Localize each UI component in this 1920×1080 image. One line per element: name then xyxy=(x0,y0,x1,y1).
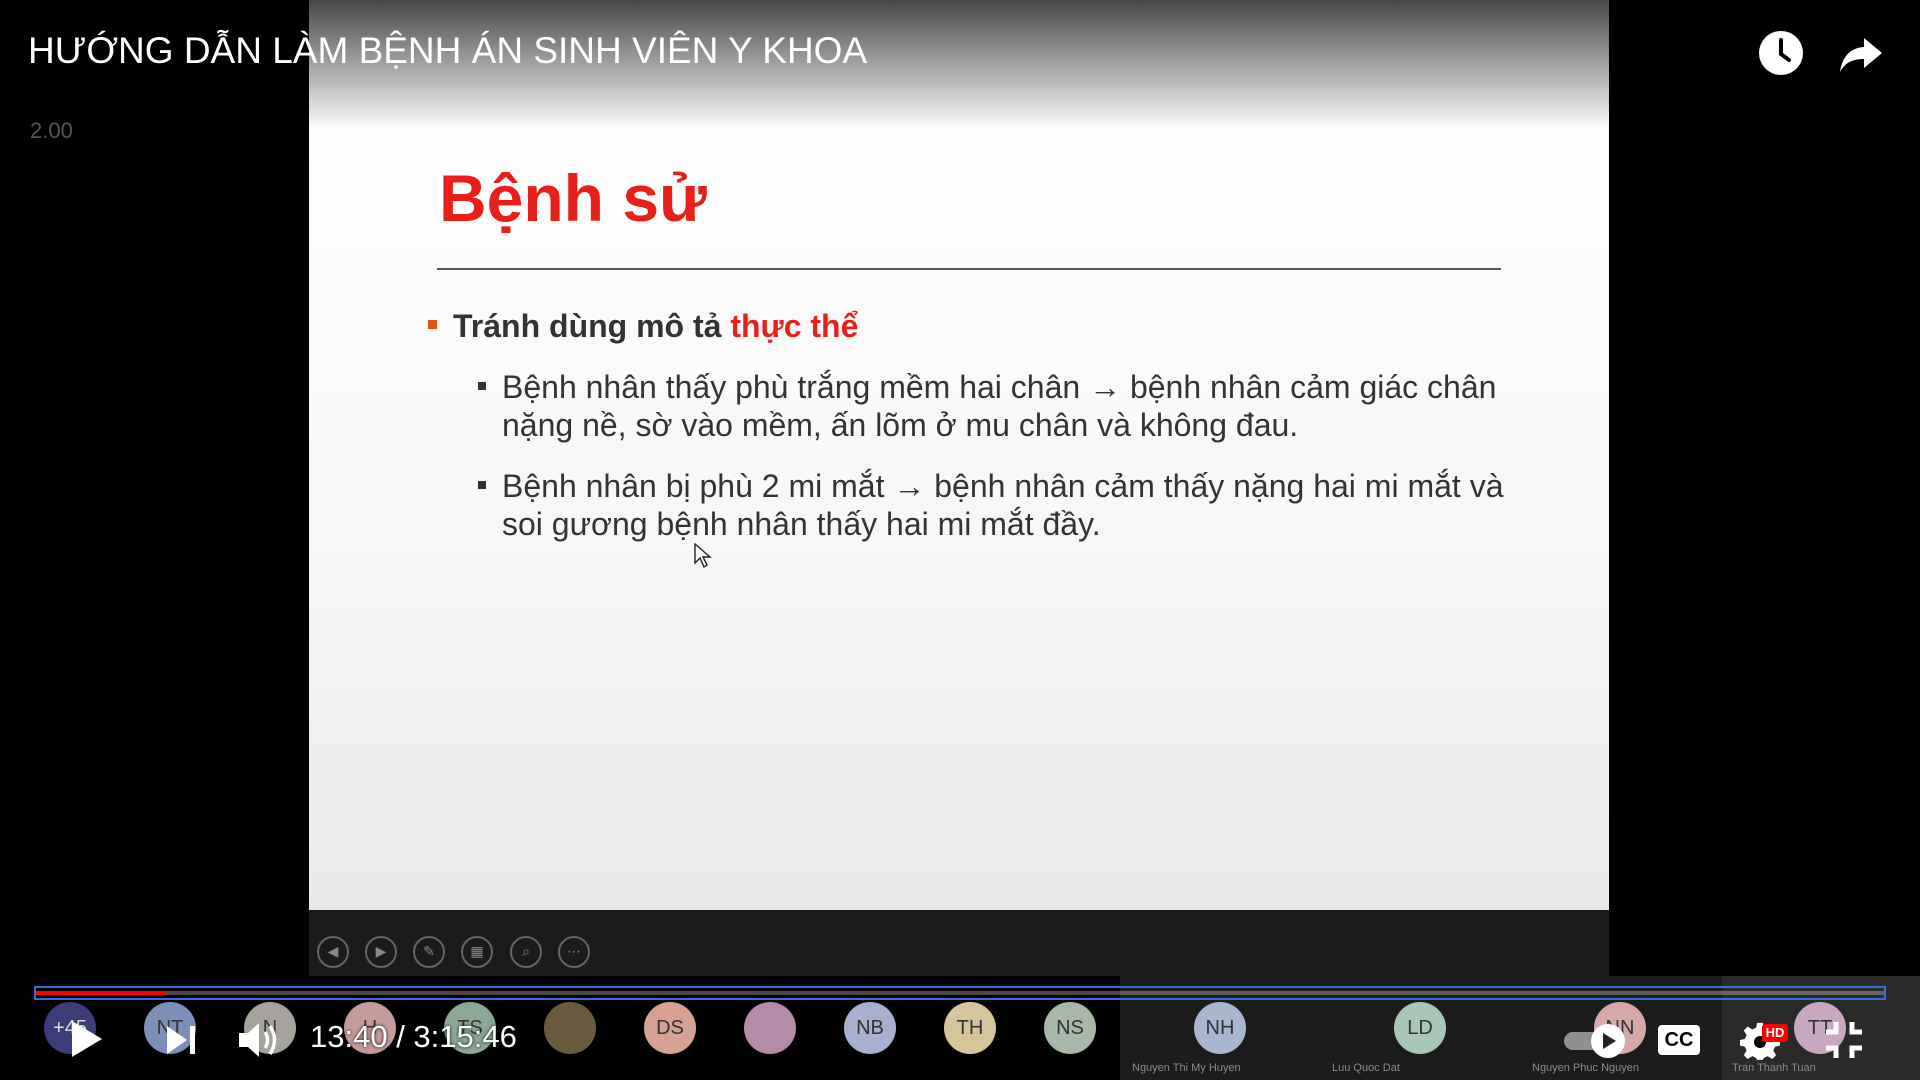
participant-photo xyxy=(744,1002,796,1054)
zoom-icon[interactable]: ⌕ xyxy=(510,936,542,968)
progress-bar[interactable] xyxy=(34,986,1886,1000)
participant-name: Nguyen Thi My Huyen xyxy=(1132,1062,1241,1074)
participant-avatar: NS xyxy=(1044,1002,1096,1054)
sub-bullet-text: Bệnh nhân bị phù 2 mi mắt → bệnh nhân cả… xyxy=(502,468,1504,542)
autoplay-toggle-icon[interactable] xyxy=(1562,1022,1634,1060)
next-slide-icon[interactable]: ▶ xyxy=(365,936,397,968)
bullet-square-icon xyxy=(428,320,437,330)
slides-grid-icon[interactable]: ▦ xyxy=(461,936,493,968)
participant-name: Tran Thanh Tuan xyxy=(1732,1062,1816,1074)
slide-sub-bullet: Bệnh nhân thấy phù trắng mềm hai chân → … xyxy=(478,368,1538,448)
participant-avatar: LD xyxy=(1394,1002,1446,1054)
share-icon[interactable] xyxy=(1838,30,1884,76)
slide-sub-bullet: Bệnh nhân bị phù 2 mi mắt → bệnh nhân cả… xyxy=(478,467,1538,547)
participant-avatar: NH xyxy=(1194,1002,1246,1054)
main-bullet-highlight: thực thể xyxy=(730,308,859,344)
next-icon[interactable] xyxy=(164,1023,198,1057)
time-display: 13:40 / 3:15:46 xyxy=(310,1019,517,1054)
participant-name: Luu Quoc Dat xyxy=(1332,1062,1400,1074)
exit-fullscreen-icon[interactable] xyxy=(1824,1020,1864,1060)
more-icon[interactable]: ⋯ xyxy=(558,936,590,968)
slideshow-toolbar xyxy=(309,910,1609,976)
hd-badge: HD xyxy=(1762,1024,1788,1042)
pen-icon[interactable]: ✎ xyxy=(413,936,445,968)
participant-photo xyxy=(544,1002,596,1054)
slide-main-bullet: Tránh dùng mô tả thực thể xyxy=(428,308,858,345)
playback-speed: 2.00 xyxy=(30,118,73,143)
participant-avatar: NB xyxy=(844,1002,896,1054)
volume-icon[interactable] xyxy=(236,1018,284,1062)
slide-title: Bệnh sử xyxy=(439,161,707,235)
captions-button[interactable]: CC xyxy=(1658,1025,1700,1055)
slide-divider xyxy=(437,268,1501,270)
presentation-slide xyxy=(309,0,1609,910)
play-icon[interactable] xyxy=(66,1017,106,1061)
main-bullet-text: Tránh dùng mô tả xyxy=(453,308,731,344)
participant-avatar: DS xyxy=(644,1002,696,1054)
mouse-cursor-icon xyxy=(694,543,712,569)
prev-slide-icon[interactable]: ◀ xyxy=(317,936,349,968)
sub-bullet-text: Bệnh nhân thấy phù trắng mềm hai chân → … xyxy=(502,369,1497,443)
participant-avatar: TH xyxy=(944,1002,996,1054)
video-title[interactable]: HƯỚNG DẪN LÀM BỆNH ÁN SINH VIÊN Y KHOA xyxy=(28,30,867,72)
bullet-square-icon xyxy=(478,382,486,390)
participant-name: Nguyen Phuc Nguyen xyxy=(1532,1062,1640,1074)
bullet-square-icon xyxy=(478,481,486,489)
clock-icon[interactable] xyxy=(1758,30,1804,76)
